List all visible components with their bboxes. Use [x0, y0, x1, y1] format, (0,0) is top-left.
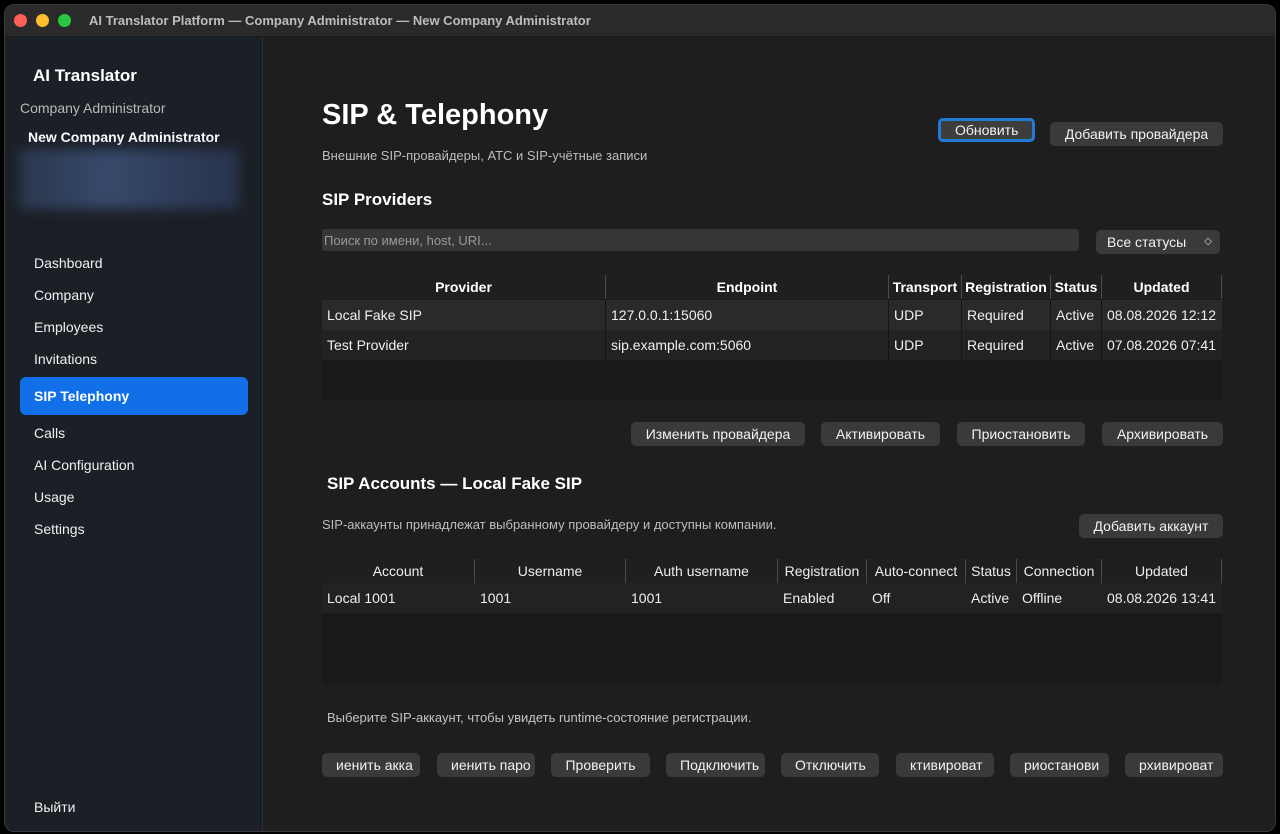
redacted-user-info — [19, 149, 239, 209]
maximize-window-icon[interactable] — [58, 14, 71, 27]
brand-title: AI Translator — [33, 66, 137, 85]
disconnect-account-button[interactable]: Отключить — [781, 753, 879, 777]
page-subtitle: Внешние SIP-провайдеры, АТС и SIP-учётны… — [322, 148, 648, 163]
accounts-table: Account Username Auth username Registrat… — [322, 559, 1222, 685]
column-header-connection[interactable]: Connection — [1017, 559, 1102, 583]
cell-registration: Required — [967, 337, 1024, 353]
providers-table-header: Provider Endpoint Transport Registration… — [322, 275, 1222, 299]
sidebar-item-calls[interactable]: Calls — [20, 417, 248, 449]
edit-provider-button[interactable]: Изменить провайдера — [631, 422, 805, 446]
cell-status: Active — [1056, 337, 1095, 353]
cell-status: Active — [1056, 307, 1095, 323]
table-row[interactable]: Local 1001 1001 1001 Enabled Off Active … — [322, 583, 1222, 613]
cell-endpoint: 127.0.0.1:15060 — [611, 307, 713, 323]
close-window-icon[interactable] — [14, 14, 27, 27]
app-window: AI Translator Platform — Company Adminis… — [4, 4, 1276, 832]
archive-account-button[interactable]: рхивироват — [1125, 753, 1223, 777]
column-header-auto-connect[interactable]: Auto-connect — [867, 559, 966, 583]
archive-provider-button[interactable]: Архивировать — [1102, 422, 1223, 446]
cell-account: Local 1001 — [327, 590, 396, 606]
column-header-status[interactable]: Status — [1051, 275, 1102, 299]
sidebar-item-dashboard[interactable]: Dashboard — [20, 247, 248, 279]
sidebar-item-sip-telephony[interactable]: SIP Telephony — [20, 377, 248, 415]
provider-search-input[interactable] — [322, 229, 1079, 251]
column-header-registration[interactable]: Registration — [778, 559, 867, 583]
suspend-provider-button[interactable]: Приостановить — [957, 422, 1085, 446]
column-header-auth-username[interactable]: Auth username — [626, 559, 778, 583]
column-header-account[interactable]: Account — [322, 559, 475, 583]
cell-registration: Required — [967, 307, 1024, 323]
cell-updated: 08.08.2026 13:41 — [1107, 590, 1216, 606]
cell-updated: 08.08.2026 12:12 — [1107, 307, 1216, 323]
providers-table: Provider Endpoint Transport Registration… — [322, 275, 1222, 401]
accounts-section-title: SIP Accounts — Local Fake SIP — [327, 474, 583, 493]
column-header-updated[interactable]: Updated — [1102, 275, 1222, 299]
sidebar-item-ai-configuration[interactable]: AI Configuration — [20, 449, 248, 481]
page-title: SIP & Telephony — [322, 99, 549, 131]
account-runtime-hint: Выберите SIP-аккаунт, чтобы увидеть runt… — [327, 710, 752, 725]
column-header-registration[interactable]: Registration — [962, 275, 1051, 299]
activate-provider-button[interactable]: Активировать — [821, 422, 940, 446]
cell-transport: UDP — [894, 307, 924, 323]
table-row[interactable]: Local Fake SIP 127.0.0.1:15060 UDP Requi… — [322, 300, 1222, 330]
user-role: Company Administrator — [20, 100, 166, 116]
status-filter-select[interactable]: Все статусы ◇ — [1096, 230, 1220, 254]
sidebar-item-invitations[interactable]: Invitations — [20, 343, 248, 375]
add-account-button[interactable]: Добавить аккаунт — [1079, 514, 1223, 538]
cell-status: Active — [971, 590, 1010, 606]
column-header-updated[interactable]: Updated — [1102, 559, 1222, 583]
accounts-subtitle: SIP-аккаунты принадлежат выбранному пров… — [322, 517, 777, 532]
user-name: New Company Administrator — [28, 129, 220, 145]
add-provider-button[interactable]: Добавить провайдера — [1050, 122, 1223, 146]
edit-account-button[interactable]: иенить акка — [322, 753, 420, 777]
cell-transport: UDP — [894, 337, 924, 353]
suspend-account-button[interactable]: риостанови — [1010, 753, 1109, 777]
cell-auto-connect: Off — [872, 590, 891, 606]
providers-section-title: SIP Providers — [322, 190, 433, 209]
sidebar-item-company[interactable]: Company — [20, 279, 248, 311]
accounts-table-header: Account Username Auth username Registrat… — [322, 559, 1222, 583]
sidebar-nav: Dashboard Company Employees Invitations … — [20, 247, 248, 545]
column-header-username[interactable]: Username — [475, 559, 626, 583]
sidebar-item-employees[interactable]: Employees — [20, 311, 248, 343]
column-header-transport[interactable]: Transport — [889, 275, 962, 299]
cell-provider: Local Fake SIP — [327, 307, 422, 323]
cell-auth-username: 1001 — [631, 590, 663, 606]
sidebar-item-usage[interactable]: Usage — [20, 481, 248, 513]
sidebar: AI Translator Company Administrator New … — [5, 37, 263, 831]
main-content: SIP & Telephony Внешние SIP-провайдеры, … — [263, 37, 1275, 831]
chevron-updown-icon: ◇ — [1204, 236, 1212, 247]
refresh-button[interactable]: Обновить — [938, 118, 1035, 142]
activate-account-button[interactable]: ктивироват — [896, 753, 994, 777]
check-account-button[interactable]: Проверить — [551, 753, 650, 777]
minimize-window-icon[interactable] — [36, 14, 49, 27]
table-row[interactable]: Test Provider sip.example.com:5060 UDP R… — [322, 330, 1222, 360]
status-filter-value: Все статусы — [1107, 234, 1187, 250]
change-password-button[interactable]: иенить паро — [437, 753, 535, 777]
cell-connection: Offline — [1022, 590, 1063, 606]
column-header-endpoint[interactable]: Endpoint — [606, 275, 889, 299]
sidebar-item-settings[interactable]: Settings — [20, 513, 248, 545]
cell-username: 1001 — [480, 590, 512, 606]
column-header-provider[interactable]: Provider — [322, 275, 606, 299]
logout-link[interactable]: Выйти — [34, 799, 75, 815]
title-bar: AI Translator Platform — Company Adminis… — [5, 5, 1275, 37]
cell-registration: Enabled — [783, 590, 835, 606]
connect-account-button[interactable]: Подключить — [666, 753, 765, 777]
cell-endpoint: sip.example.com:5060 — [611, 337, 752, 353]
window-title: AI Translator Platform — Company Adminis… — [89, 13, 591, 28]
cell-provider: Test Provider — [327, 337, 409, 353]
cell-updated: 07.08.2026 07:41 — [1107, 337, 1216, 353]
column-header-status[interactable]: Status — [966, 559, 1017, 583]
